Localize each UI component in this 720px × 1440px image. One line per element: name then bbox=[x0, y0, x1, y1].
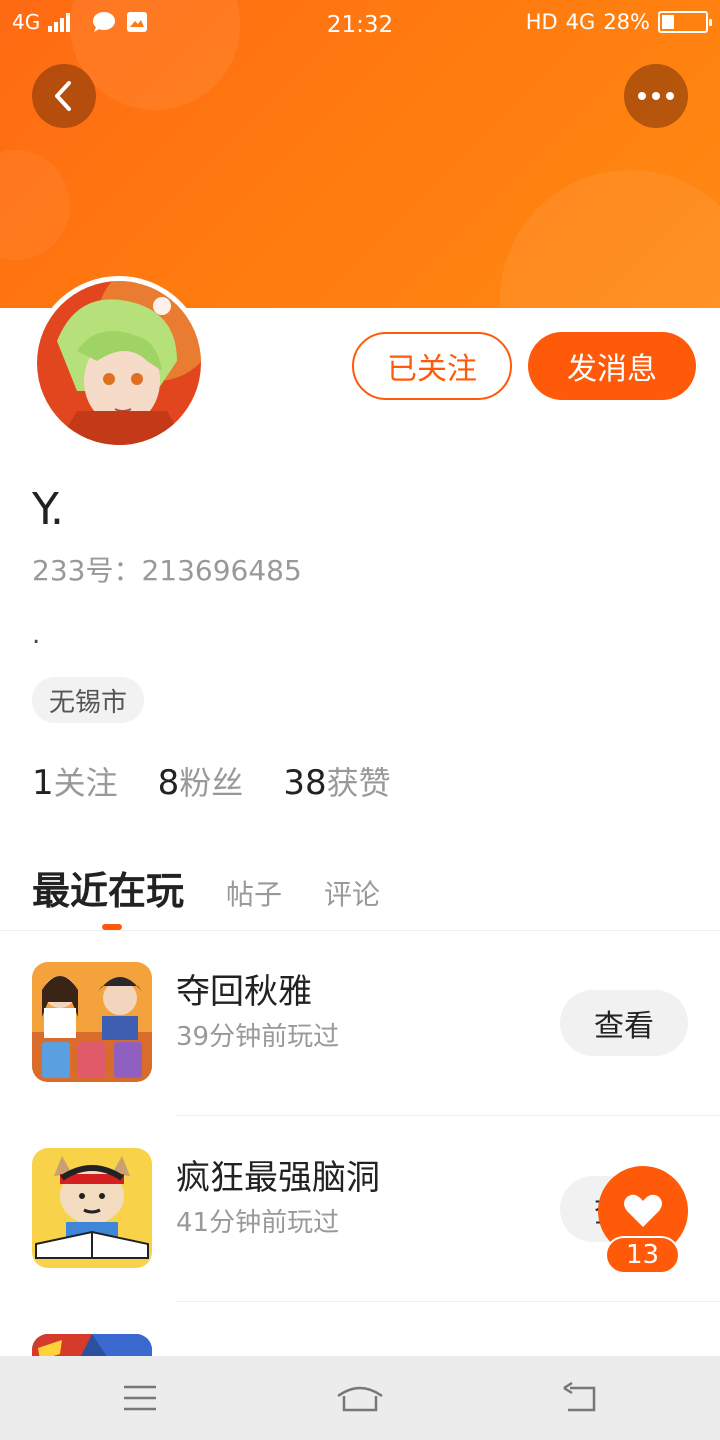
game-name: 疯狂最强脑洞 bbox=[176, 1158, 380, 1198]
send-message-button[interactable]: 发消息 bbox=[528, 332, 696, 400]
game-played-time: 41分钟前玩过 bbox=[176, 1208, 340, 1238]
game-played-time: 39分钟前玩过 bbox=[176, 1022, 340, 1052]
stat-number: 38 bbox=[283, 763, 327, 803]
menu-icon bbox=[124, 1385, 156, 1411]
stat-label: 粉丝 bbox=[179, 764, 244, 802]
city-label: 无锡市 bbox=[49, 687, 128, 718]
back-nav-button[interactable] bbox=[550, 1372, 610, 1424]
username: Y. bbox=[32, 484, 64, 535]
more-dots-icon bbox=[638, 92, 674, 100]
stat-likes[interactable]: 38 获赞 bbox=[283, 758, 390, 804]
game-icon bbox=[32, 962, 152, 1082]
stat-following[interactable]: 1 关注 bbox=[32, 758, 118, 804]
system-nav-bar bbox=[0, 1356, 720, 1440]
profile-tabs: 最近在玩 帖子 评论 bbox=[32, 860, 380, 915]
stat-number: 1 bbox=[32, 763, 54, 803]
profile-stats: 1 关注 8 粉丝 38 获赞 bbox=[32, 758, 391, 804]
stat-label: 关注 bbox=[53, 764, 118, 802]
battery-percent: 28% bbox=[603, 10, 650, 34]
city-tag: 无锡市 bbox=[32, 677, 145, 723]
user-id: 233号：213696485 bbox=[32, 554, 302, 587]
like-count: 13 bbox=[605, 1236, 680, 1274]
stat-followers[interactable]: 8 粉丝 bbox=[158, 758, 244, 804]
tab-posts[interactable]: 帖子 bbox=[226, 873, 282, 913]
bio: . bbox=[32, 620, 41, 650]
stat-number: 8 bbox=[157, 763, 180, 803]
back-arrow-icon bbox=[563, 1382, 596, 1412]
status-bar: 4G 21:32 HD 4G 28% bbox=[0, 0, 720, 50]
chevron-left-icon bbox=[55, 81, 71, 111]
stat-label: 获赞 bbox=[326, 764, 391, 802]
menu-button[interactable] bbox=[110, 1372, 170, 1424]
game-icon bbox=[32, 1148, 152, 1268]
battery-icon bbox=[658, 11, 712, 33]
home-button[interactable] bbox=[330, 1372, 390, 1424]
view-button[interactable]: 查看 bbox=[560, 990, 688, 1056]
heart-icon bbox=[624, 1194, 662, 1227]
hd-indicator: HD bbox=[525, 10, 558, 34]
profile-page: 4G 21:32 HD 4G 28% 已关注 发消息 Y. 233号：21369… bbox=[0, 0, 720, 1440]
more-button[interactable] bbox=[624, 64, 688, 128]
home-icon bbox=[337, 1386, 383, 1412]
list-item[interactable]: 夺回秋雅 39分钟前玩过 查看 bbox=[0, 930, 720, 1116]
tab-comments[interactable]: 评论 bbox=[324, 873, 380, 913]
tab-recently-played[interactable]: 最近在玩 bbox=[32, 860, 184, 915]
back-button[interactable] bbox=[32, 64, 96, 128]
followed-button[interactable]: 已关注 bbox=[352, 332, 512, 400]
avatar-image bbox=[37, 281, 201, 445]
avatar[interactable] bbox=[32, 276, 206, 450]
network-type-right: 4G bbox=[565, 10, 596, 34]
game-name: 夺回秋雅 bbox=[176, 972, 312, 1012]
